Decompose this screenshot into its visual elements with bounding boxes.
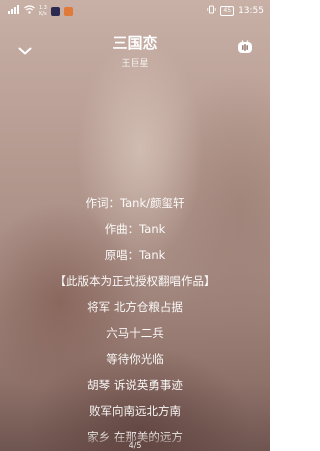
lyrics-screen: 1.3 K/s 45 13:55 三国恋 王巨星 作词：Tank/颜玺轩 作曲：… <box>0 0 270 451</box>
battery-indicator: 45 <box>220 6 235 16</box>
lyric-line: 【此版本为正式授权翻唱作品】 <box>54 274 216 288</box>
status-bar-left: 1.3 K/s <box>8 5 73 17</box>
signal-icon <box>8 5 20 17</box>
lyric-line: 六马十二兵 <box>106 326 164 340</box>
lyric-line: 败军向南远北方南 <box>89 404 181 418</box>
song-artist[interactable]: 王巨星 <box>0 56 270 69</box>
song-title: 三国恋 <box>112 34 158 52</box>
network-speed-unit: K/s <box>39 11 47 17</box>
lyric-line: 胡琴 诉说英勇事迹 <box>87 378 183 392</box>
app-notification-icon <box>63 6 73 16</box>
vibrate-icon <box>207 5 217 17</box>
player-header: 三国恋 王巨星 <box>0 26 270 76</box>
lyric-line: 原唱：Tank <box>104 248 166 262</box>
network-speed: 1.3 K/s <box>39 5 47 17</box>
status-bar-right: 45 13:55 <box>207 5 264 17</box>
status-time: 13:55 <box>238 6 264 16</box>
wifi-icon <box>24 5 35 17</box>
lyrics-panel[interactable]: 作词：Tank/颜玺轩 作曲：Tank 原唱：Tank 【此版本为正式授权翻唱作… <box>0 190 270 451</box>
page-indicator: 4/5 <box>128 441 142 450</box>
lyric-line: 等待你光临 <box>106 352 164 366</box>
app-notification-icon <box>50 6 60 16</box>
lyric-line: 作曲：Tank <box>104 222 166 236</box>
lyric-line: 作词：Tank/颜玺轩 <box>85 196 185 210</box>
voice-assistant-button[interactable] <box>234 38 256 60</box>
status-bar: 1.3 K/s 45 13:55 <box>0 0 270 22</box>
lyric-line: 将军 北方仓粮占据 <box>87 300 183 314</box>
voice-assistant-icon <box>237 39 253 59</box>
